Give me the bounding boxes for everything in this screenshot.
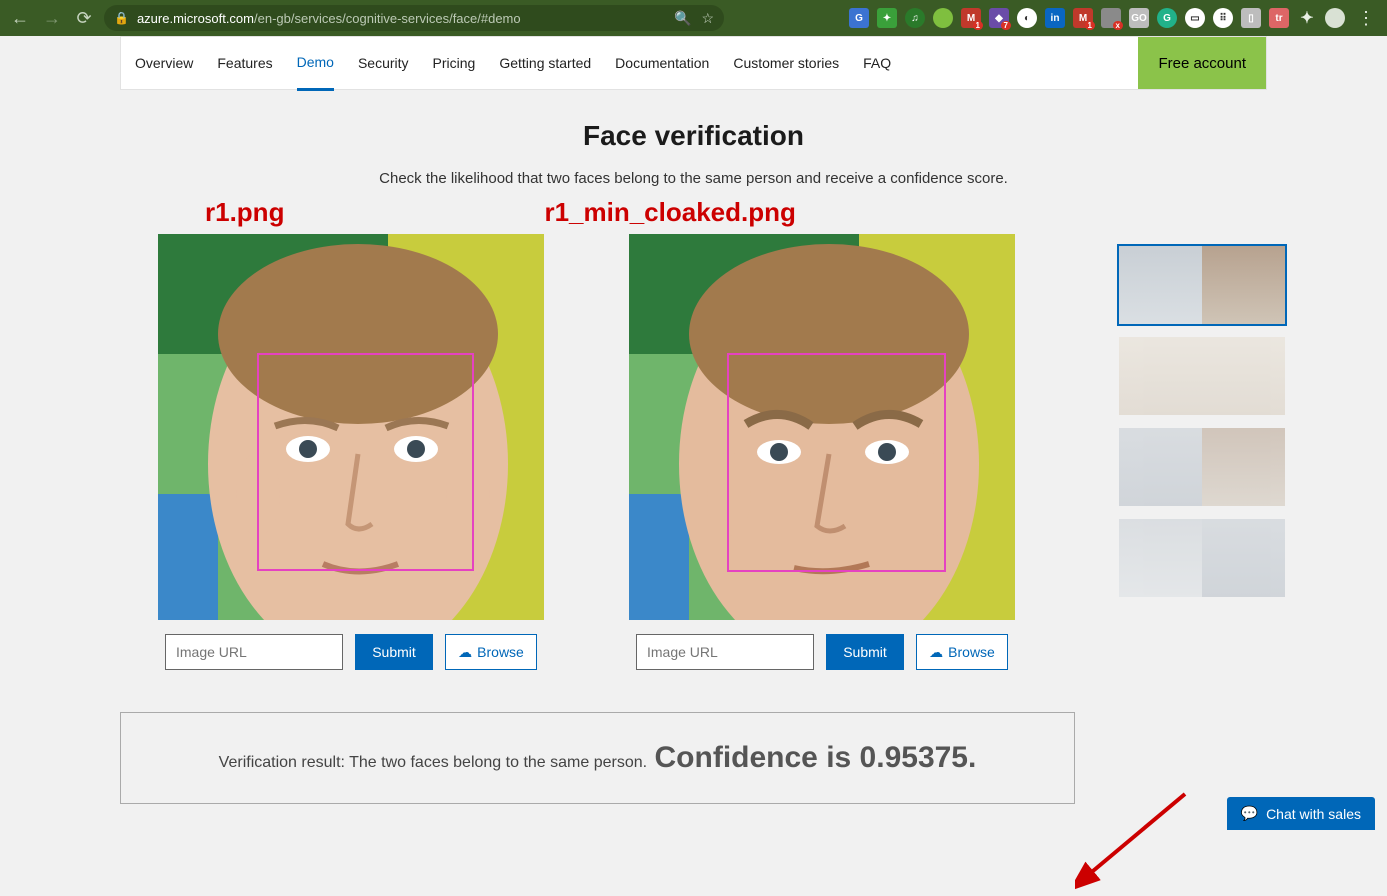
extension-tray: G ✦ ♫ M1 ◆7 ◐ in M1 x GO G ▭ ⠿ ▯ tr ✦ ⋮ <box>849 8 1379 29</box>
chat-icon: 💬 <box>1241 805 1258 822</box>
page-nav: Overview Features Demo Security Pricing … <box>120 36 1267 90</box>
cloud-upload-icon: ☁ <box>458 644 472 661</box>
star-icon[interactable]: ☆ <box>701 10 714 27</box>
gmail2-extension-icon[interactable]: M1 <box>1073 8 1093 28</box>
right-image-column: Submit ☁ Browse <box>629 234 1015 670</box>
url-path: /en-gb/services/cognitive-services/face/… <box>254 11 521 26</box>
right-submit-button[interactable]: Submit <box>826 634 904 670</box>
tab-security[interactable]: Security <box>358 37 409 89</box>
purple-extension-icon[interactable]: ◆7 <box>989 8 1009 28</box>
left-submit-button[interactable]: Submit <box>355 634 433 670</box>
detection-rectangle <box>257 353 474 571</box>
tab-overview[interactable]: Overview <box>135 37 193 89</box>
left-image-column: Submit ☁ Browse <box>158 234 544 670</box>
detection-rectangle <box>727 353 946 572</box>
gmail-extension-icon[interactable]: M1 <box>961 8 981 28</box>
profile-avatar-icon[interactable] <box>1325 8 1345 28</box>
go-extension-icon[interactable]: GO <box>1129 8 1149 28</box>
sample-thumb-3[interactable] <box>1117 426 1287 508</box>
result-confidence: Confidence is 0.95375. <box>655 741 977 774</box>
puzzle-icon[interactable]: ✦ <box>1297 8 1317 28</box>
cloud-upload-icon: ☁ <box>929 644 943 661</box>
right-browse-button[interactable]: ☁ Browse <box>916 634 1008 670</box>
translate-extension-icon[interactable]: G <box>849 8 869 28</box>
sample-thumbnails <box>1117 234 1287 599</box>
address-bar[interactable]: 🔒 azure.microsoft.com/en-gb/services/cog… <box>104 5 724 31</box>
greyx-extension-icon[interactable]: x <box>1101 8 1121 28</box>
tab-demo[interactable]: Demo <box>297 36 334 91</box>
tr-extension-icon[interactable]: tr <box>1269 8 1289 28</box>
lock-icon: 🔒 <box>114 11 129 25</box>
circle-extension-icon[interactable]: ◐ <box>1017 8 1037 28</box>
headphones-extension-icon[interactable]: ♫ <box>905 8 925 28</box>
right-image-url-input[interactable] <box>636 634 814 670</box>
right-face-image <box>629 234 1015 620</box>
verification-result: Verification result: The two faces belon… <box>120 712 1075 804</box>
bag-extension-icon[interactable]: ▯ <box>1241 8 1261 28</box>
tab-pricing[interactable]: Pricing <box>433 37 476 89</box>
page-description: Check the likelihood that two faces belo… <box>120 170 1267 187</box>
tab-documentation[interactable]: Documentation <box>615 37 709 89</box>
page-title: Face verification <box>120 120 1267 152</box>
forward-icon[interactable]: → <box>40 8 64 29</box>
browser-bar: ← → ⟳ 🔒 azure.microsoft.com/en-gb/servic… <box>0 0 1387 36</box>
result-text: Verification result: The two faces belon… <box>219 754 652 771</box>
reload-icon[interactable]: ⟳ <box>72 8 96 29</box>
linkedin-extension-icon[interactable]: in <box>1045 8 1065 28</box>
sample-thumb-2[interactable] <box>1117 335 1287 417</box>
sample-thumb-4[interactable] <box>1117 517 1287 599</box>
free-account-button[interactable]: Free account <box>1138 37 1266 89</box>
tab-customer-stories[interactable]: Customer stories <box>733 37 839 89</box>
browser-menu-icon[interactable]: ⋮ <box>1353 8 1379 29</box>
left-image-url-input[interactable] <box>165 634 343 670</box>
annotation-right-filename: r1_min_cloaked.png <box>544 197 795 228</box>
evernote-extension-icon[interactable]: ✦ <box>877 8 897 28</box>
annotation-left-filename: r1.png <box>205 197 284 228</box>
grammarly-extension-icon[interactable]: G <box>1157 8 1177 28</box>
left-browse-button[interactable]: ☁ Browse <box>445 634 537 670</box>
back-icon[interactable]: ← <box>8 8 32 29</box>
search-in-page-icon[interactable]: 🔍 <box>674 10 691 27</box>
tab-faq[interactable]: FAQ <box>863 37 891 89</box>
status-extension-icon[interactable] <box>933 8 953 28</box>
annotation-arrow-icon <box>1075 786 1195 896</box>
tab-features[interactable]: Features <box>217 37 272 89</box>
sample-thumb-1[interactable] <box>1117 244 1287 326</box>
dots-extension-icon[interactable]: ⠿ <box>1213 8 1233 28</box>
chat-with-sales-button[interactable]: 💬 Chat with sales <box>1227 797 1375 830</box>
left-face-image <box>158 234 544 620</box>
doc-extension-icon[interactable]: ▭ <box>1185 8 1205 28</box>
tab-getting-started[interactable]: Getting started <box>499 37 591 89</box>
url-host: azure.microsoft.com <box>137 11 254 26</box>
